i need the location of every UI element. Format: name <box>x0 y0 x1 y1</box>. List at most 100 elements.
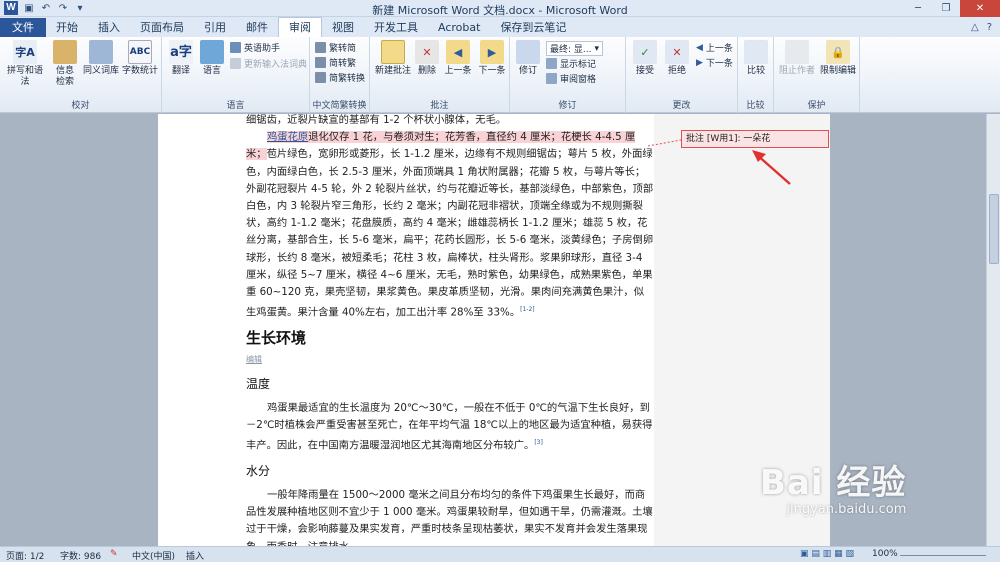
status-language[interactable]: 中文(中国) <box>132 549 175 562</box>
vertical-scrollbar[interactable] <box>986 114 1000 546</box>
paragraph-text: 苞片绿色，宽卵形或菱形，长 1-1.2 厘米，边缘有不规则细锯齿；萼片 5 枚，… <box>246 148 654 319</box>
accept-label: 接受 <box>635 66 654 76</box>
minimize-button[interactable]: ─ <box>904 0 932 17</box>
research-icon <box>53 40 77 64</box>
group-label-tracking: 修订 <box>558 101 577 111</box>
status-zoom[interactable]: 100% <box>872 549 898 559</box>
compare-button[interactable]: 比较 <box>742 40 770 77</box>
tab-insert[interactable]: 插入 <box>88 18 130 37</box>
maximize-button[interactable]: ❐ <box>932 0 960 17</box>
ribbon-tab-bar: 文件 开始 插入 页面布局 引用 邮件 审阅 视图 开发工具 Acrobat 保… <box>0 17 1000 37</box>
edit-link[interactable]: 编辑 <box>246 352 654 368</box>
to-traditional-button[interactable]: 简转繁 <box>315 56 356 69</box>
proofing-check-icon[interactable]: ✎ <box>110 549 118 559</box>
tab-review[interactable]: 审阅 <box>278 17 322 37</box>
group-comments: 新建批注 ✕ 删除 ◀ 上一条 ▶ 下一条 批注 <box>370 37 510 113</box>
language-label: 语言 <box>202 66 221 76</box>
comment-balloon[interactable]: 批注 [W用1]: 一朵花 <box>681 130 829 148</box>
review-pane-button[interactable]: 审阅窗格 <box>546 72 596 85</box>
english-assistant-icon <box>230 42 241 53</box>
help-icon[interactable]: ? <box>987 22 992 33</box>
reject-button[interactable]: ✕ 拒绝 <box>662 40 692 77</box>
group-label-proofing: 校对 <box>71 101 90 111</box>
thesaurus-label: 同义词库 <box>82 66 119 76</box>
heading-temperature: 温度 <box>246 376 271 391</box>
tab-file[interactable]: 文件 <box>0 18 46 37</box>
show-markup-button[interactable]: 显示标记 <box>546 57 596 70</box>
new-comment-button[interactable]: 新建批注 <box>374 40 412 77</box>
new-comment-icon <box>381 40 405 64</box>
workspace-left <box>0 114 158 546</box>
next-change-button[interactable]: ▶ 下一条 <box>696 56 733 70</box>
document-page[interactable]: 细锯齿，近裂片缺宣的基部有 1-2 个杯状小腺体，无毛。 鸡蛋花原退化仅存 1 … <box>158 114 830 553</box>
update-ime-button[interactable]: 更新输入法词典 <box>230 57 307 70</box>
hyperlink[interactable]: 鸡蛋花原 <box>267 131 308 143</box>
red-arrow-annotation <box>752 150 791 185</box>
watermark-main: Bai 经验 <box>760 463 907 503</box>
tab-mailings[interactable]: 邮件 <box>236 18 278 37</box>
thesaurus-button[interactable]: 同义词库 <box>82 40 120 77</box>
tab-acrobat[interactable]: Acrobat <box>428 18 490 37</box>
research-button[interactable]: 信息检索 <box>50 40 80 88</box>
tab-view[interactable]: 视图 <box>322 18 364 37</box>
accept-button[interactable]: ✓ 接受 <box>630 40 660 77</box>
zoom-slider[interactable] <box>900 555 986 556</box>
restrict-editing-label: 限制编辑 <box>819 66 856 76</box>
to-traditional-icon <box>315 57 326 68</box>
tab-page-layout[interactable]: 页面布局 <box>130 18 194 37</box>
track-changes-button[interactable]: 修订 <box>514 40 542 77</box>
to-simplified-button[interactable]: 繁转简 <box>315 41 356 54</box>
group-tracking: 修订 最终: 显... ▾ 显示标记 审阅窗格 修订 <box>510 37 626 113</box>
convert-button[interactable]: 简繁转换 <box>315 71 365 84</box>
translate-button[interactable]: a字 翻译 <box>166 40 196 77</box>
status-page[interactable]: 页面: 1/2 <box>6 549 44 562</box>
heading-water: 水分 <box>246 463 271 478</box>
status-words[interactable]: 字数: 986 <box>60 549 101 562</box>
language-globe-icon <box>200 40 224 64</box>
group-protect: 阻止作者 🔒 限制编辑 保护 <box>774 37 860 113</box>
delete-comment-icon: ✕ <box>415 40 439 64</box>
previous-comment-button[interactable]: ◀ 上一条 <box>442 40 474 77</box>
status-insert-mode[interactable]: 插入 <box>186 549 204 562</box>
tab-home[interactable]: 开始 <box>46 18 88 37</box>
compare-label: 比较 <box>746 66 765 76</box>
delete-comment-button[interactable]: ✕ 删除 <box>414 40 440 77</box>
restrict-editing-button[interactable]: 🔒 限制编辑 <box>818 40 858 77</box>
tab-developer[interactable]: 开发工具 <box>364 18 428 37</box>
next-comment-button[interactable]: ▶ 下一条 <box>476 40 508 77</box>
baidu-watermark: Bai 经验 jingyan.baidu.com <box>760 455 906 517</box>
title-bar: W ▣ ↶ ↷ ▾ 新建 Microsoft Word 文档.docx - Mi… <box>0 0 1000 17</box>
compare-icon <box>744 40 768 64</box>
to-simplified-label: 繁转简 <box>329 44 357 54</box>
translate-icon: a字 <box>169 40 193 64</box>
word-count-button[interactable]: ABC 字数统计 <box>120 40 160 77</box>
previous-change-button[interactable]: ◀ 上一条 <box>696 41 733 55</box>
block-authors-button[interactable]: 阻止作者 <box>778 40 816 77</box>
group-label-comments: 批注 <box>430 101 449 111</box>
ribbon-minimize-icon[interactable]: △ <box>971 22 979 33</box>
watermark-sub: jingyan.baidu.com <box>786 502 907 517</box>
english-assistant-button[interactable]: 英语助手 <box>230 41 280 54</box>
spelling-icon: 字A <box>13 40 37 64</box>
tab-references[interactable]: 引用 <box>194 18 236 37</box>
citation-ref[interactable]: [1-2] <box>520 306 534 313</box>
show-markup-icon <box>546 58 557 69</box>
display-for-review-select[interactable]: 最终: 显... ▾ <box>546 41 604 56</box>
document-body[interactable]: 细锯齿，近裂片缺宣的基部有 1-2 个杯状小腺体，无毛。 鸡蛋花原退化仅存 1 … <box>246 114 654 556</box>
close-button[interactable]: ✕ <box>960 0 1000 17</box>
citation-ref[interactable]: [3] <box>534 439 543 446</box>
reject-label: 拒绝 <box>667 66 686 76</box>
english-assistant-label: 英语助手 <box>244 44 281 54</box>
tab-cloud-notes[interactable]: 保存到云笔记 <box>490 18 576 37</box>
accept-icon: ✓ <box>633 40 657 64</box>
view-buttons-icon[interactable]: ▣ ▤ ▥ ▦ ▧ <box>800 549 854 559</box>
comment-text: 批注 [W用1]: 一朵花 <box>686 134 771 144</box>
word-count-label: 字数统计 <box>121 66 158 76</box>
previous-comment-label: 上一条 <box>444 66 472 76</box>
review-pane-icon <box>546 73 557 84</box>
research-label: 信息检索 <box>55 66 74 87</box>
language-button[interactable]: 语言 <box>198 40 226 77</box>
arrow-down-icon: ▶ <box>696 57 703 68</box>
spelling-button[interactable]: 字A 拼写和语法 <box>3 40 47 88</box>
scrollbar-thumb[interactable] <box>989 194 999 264</box>
